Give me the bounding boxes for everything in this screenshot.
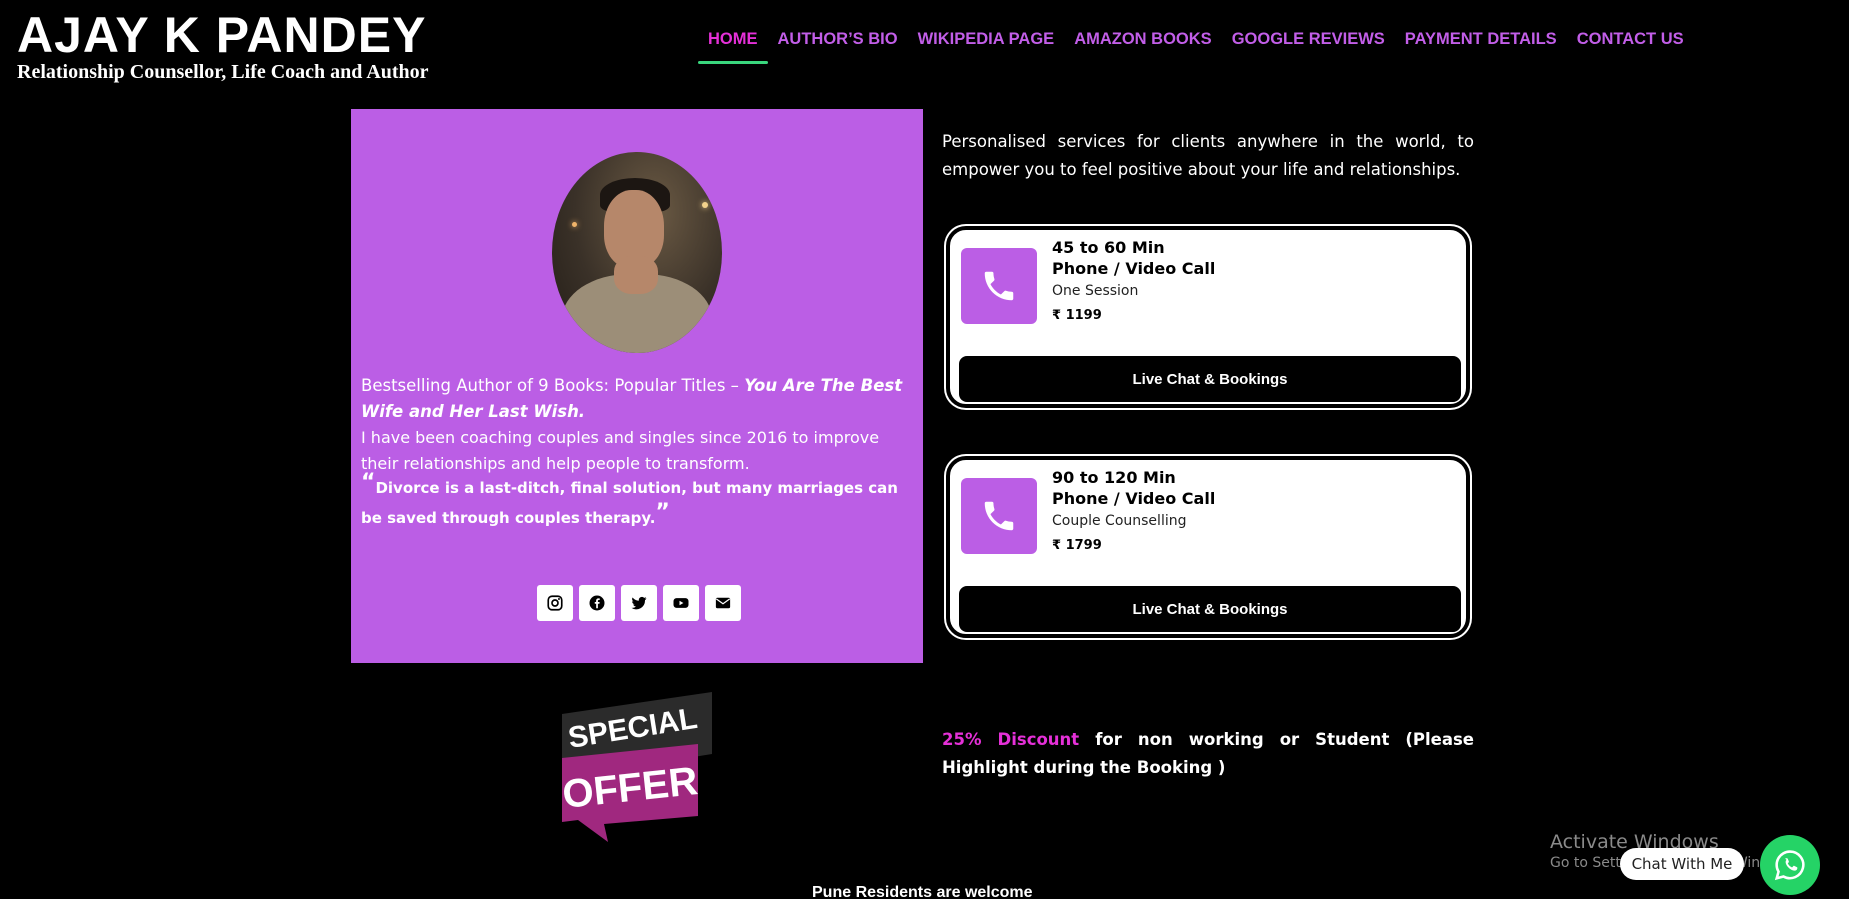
nav-contact-us[interactable]: CONTACT US — [1567, 28, 1694, 64]
services-intro: Personalised services for clients anywhe… — [942, 132, 1474, 179]
main-nav: HOME AUTHOR’S BIO WIKIPEDIA PAGE AMAZON … — [698, 28, 1694, 64]
service-card-2: 90 to 120 Min Phone / Video Call Couple … — [946, 456, 1470, 638]
pune-residents-note: Pune Residents are welcome — [812, 884, 1033, 899]
site-title[interactable]: AJAY K PANDEY — [17, 10, 429, 60]
phone-icon — [984, 501, 1014, 531]
whatsapp-icon — [1774, 850, 1805, 881]
bio-coaching-text: I have been coaching couples and singles… — [361, 428, 880, 473]
youtube-icon — [673, 598, 689, 608]
facebook-link[interactable] — [579, 585, 615, 621]
service-duration: 45 to 60 Min — [1052, 238, 1165, 257]
nav-authors-bio[interactable]: AUTHOR’S BIO — [768, 28, 908, 64]
discount-text: 25% Discount for non working or Student … — [942, 726, 1474, 782]
facebook-icon — [589, 595, 605, 611]
quote-open-icon: “ — [361, 470, 376, 495]
phone-icon-box — [961, 478, 1037, 554]
envelope-icon — [715, 597, 731, 609]
nav-payment-details[interactable]: PAYMENT DETAILS — [1395, 28, 1567, 64]
bio-books-prefix: Bestselling Author of 9 Books: Popular T… — [361, 376, 745, 395]
service-detail: Couple Counselling — [1052, 513, 1187, 529]
author-photo — [552, 152, 722, 353]
bio-books-line: Bestselling Author of 9 Books: Popular T… — [361, 373, 921, 425]
live-chat-bookings-button[interactable]: Live Chat & Bookings — [959, 356, 1461, 402]
email-link[interactable] — [705, 585, 741, 621]
service-detail: One Session — [1052, 283, 1139, 299]
live-chat-bookings-button[interactable]: Live Chat & Bookings — [959, 586, 1461, 632]
service-price: ₹ 1199 — [1052, 308, 1102, 323]
twitter-link[interactable] — [621, 585, 657, 621]
service-card-1: 45 to 60 Min Phone / Video Call One Sess… — [946, 226, 1470, 408]
special-offer-badge: SPECIAL OFFER — [560, 692, 712, 842]
service-duration: 90 to 120 Min — [1052, 468, 1176, 487]
instagram-link[interactable] — [537, 585, 573, 621]
instagram-icon — [547, 595, 563, 611]
phone-icon — [984, 271, 1014, 301]
whatsapp-button[interactable] — [1760, 835, 1820, 895]
service-price: ₹ 1799 — [1052, 538, 1102, 553]
discount-highlight: 25% Discount — [942, 730, 1080, 749]
site-subtitle: Relationship Counsellor, Life Coach and … — [17, 61, 429, 83]
service-type: Phone / Video Call — [1052, 259, 1216, 278]
nav-google-reviews[interactable]: GOOGLE REVIEWS — [1222, 28, 1395, 64]
author-panel: Bestselling Author of 9 Books: Popular T… — [351, 109, 923, 663]
quote-close-icon: ” — [655, 500, 670, 525]
quote-text: Divorce is a last-ditch, final solution,… — [361, 479, 898, 527]
brand[interactable]: AJAY K PANDEY Relationship Counsellor, L… — [17, 10, 429, 83]
twitter-icon — [631, 596, 647, 610]
nav-home[interactable]: HOME — [698, 28, 768, 64]
author-quote: “Divorce is a last-ditch, final solution… — [361, 470, 921, 533]
chat-with-me-button[interactable]: Chat With Me — [1620, 848, 1744, 880]
author-bio: Bestselling Author of 9 Books: Popular T… — [361, 373, 921, 477]
nav-wikipedia-page[interactable]: WIKIPEDIA PAGE — [908, 28, 1065, 64]
social-links — [537, 585, 741, 621]
nav-amazon-books[interactable]: AMAZON BOOKS — [1064, 28, 1222, 64]
youtube-link[interactable] — [663, 585, 699, 621]
phone-icon-box — [961, 248, 1037, 324]
service-type: Phone / Video Call — [1052, 489, 1216, 508]
